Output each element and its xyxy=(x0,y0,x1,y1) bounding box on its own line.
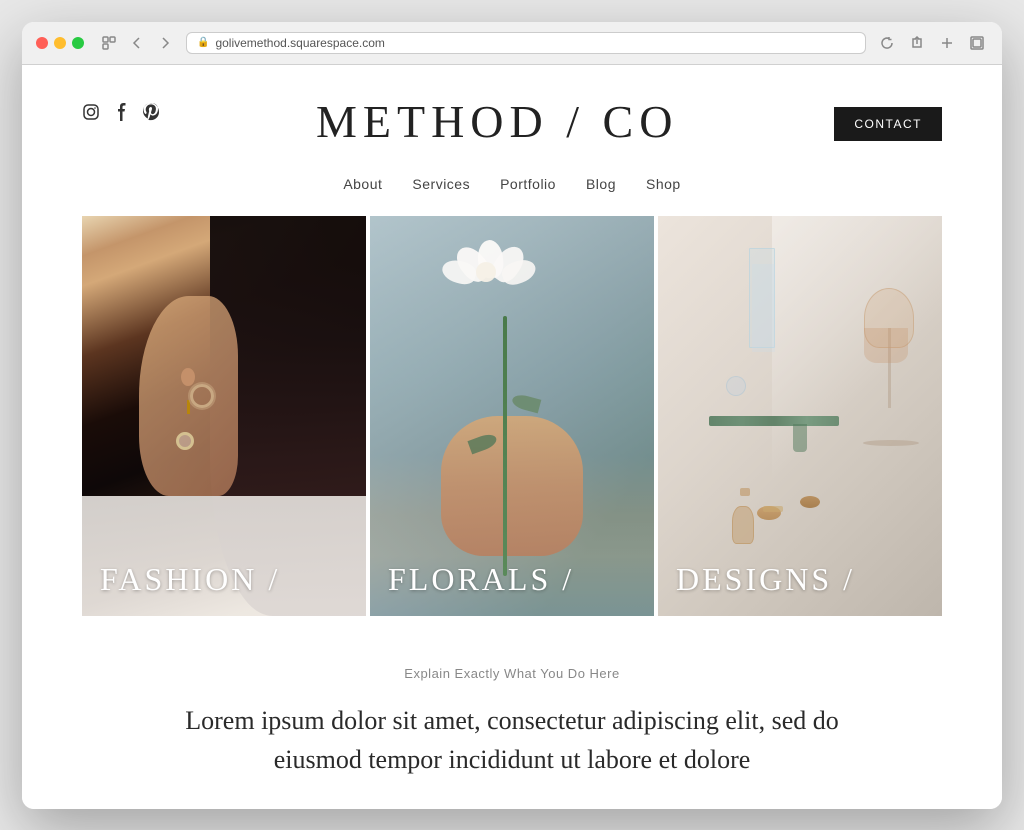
section-below: Explain Exactly What You Do Here Lorem i… xyxy=(22,616,1002,809)
section-body-text: Lorem ipsum dolor sit amet, consectetur … xyxy=(172,701,852,779)
gallery-grid: FASHION / xyxy=(82,216,942,616)
site-header: METHOD / CO CONTACT xyxy=(22,65,1002,164)
section-subtitle: Explain Exactly What You Do Here xyxy=(82,666,942,681)
nav-blog[interactable]: Blog xyxy=(586,176,616,192)
gallery-item-designs[interactable]: DESIGNS / xyxy=(658,216,942,616)
share-button[interactable] xyxy=(906,32,928,54)
address-bar[interactable]: 🔒 golivemethod.squarespace.com xyxy=(186,32,866,54)
website-content: METHOD / CO CONTACT About Services Portf… xyxy=(22,65,1002,809)
nav-shop[interactable]: Shop xyxy=(646,176,681,192)
new-tab-button[interactable] xyxy=(936,32,958,54)
close-button[interactable] xyxy=(36,37,48,49)
browser-actions xyxy=(876,32,988,54)
forward-button[interactable] xyxy=(154,34,176,52)
browser-chrome: 🔒 golivemethod.squarespace.com xyxy=(22,22,1002,65)
url-display: golivemethod.squarespace.com xyxy=(215,36,384,50)
gallery-label-florals: FLORALS / xyxy=(388,561,574,598)
reload-button[interactable] xyxy=(876,32,898,54)
gallery-label-fashion: FASHION / xyxy=(100,561,280,598)
nav-about[interactable]: About xyxy=(343,176,382,192)
back-button[interactable] xyxy=(126,34,148,52)
facebook-icon[interactable] xyxy=(112,103,130,121)
nav-services[interactable]: Services xyxy=(412,176,470,192)
gallery-item-fashion[interactable]: FASHION / xyxy=(82,216,366,616)
lock-icon: 🔒 xyxy=(197,37,209,48)
contact-button[interactable]: CONTACT xyxy=(834,107,942,141)
gallery-label-designs: DESIGNS / xyxy=(676,561,855,598)
site-title: METHOD / CO xyxy=(160,95,834,148)
gallery-item-florals[interactable]: FLORALS / xyxy=(370,216,654,616)
nav-portfolio[interactable]: Portfolio xyxy=(500,176,556,192)
browser-window: 🔒 golivemethod.squarespace.com xyxy=(22,22,1002,809)
pinterest-icon[interactable] xyxy=(142,103,160,121)
browser-controls xyxy=(98,34,176,52)
tabs-button[interactable] xyxy=(966,32,988,54)
maximize-button[interactable] xyxy=(72,37,84,49)
instagram-icon[interactable] xyxy=(82,103,100,121)
site-title-area: METHOD / CO xyxy=(160,95,834,164)
minimize-button[interactable] xyxy=(54,37,66,49)
site-nav: About Services Portfolio Blog Shop xyxy=(22,164,1002,216)
traffic-lights xyxy=(36,37,84,49)
window-icon-button[interactable] xyxy=(98,34,120,52)
social-icons xyxy=(82,95,160,121)
